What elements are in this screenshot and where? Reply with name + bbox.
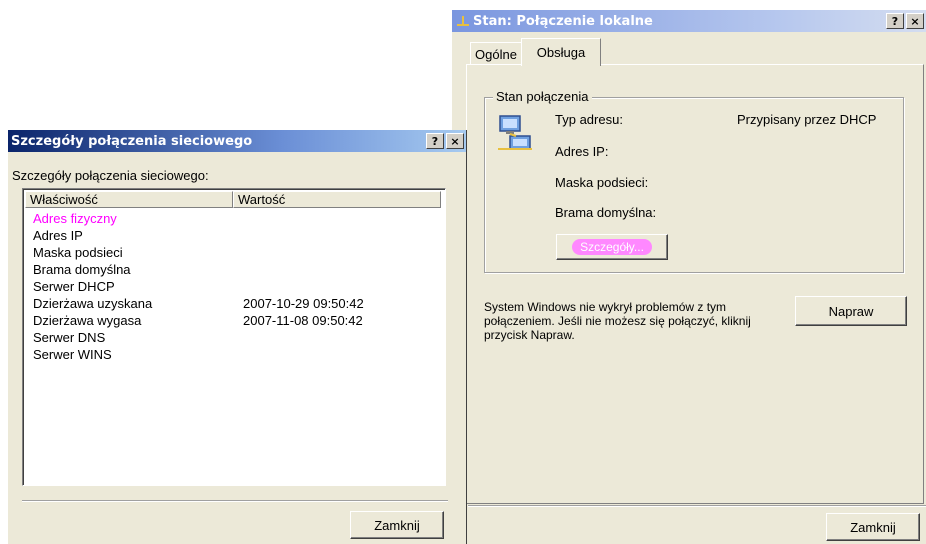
status-window-titlebar[interactable]: Stan: Połączenie lokalne ? × xyxy=(452,10,926,32)
address-type-value: Przypisany przez DHCP xyxy=(737,112,877,127)
details-close-x-button[interactable]: × xyxy=(446,133,464,149)
status-window-separator xyxy=(468,505,926,507)
help-button[interactable]: ? xyxy=(886,13,904,29)
list-item-property[interactable]: Serwer DHCP xyxy=(33,279,115,295)
details-heading: Szczegóły połączenia sieciowego: xyxy=(12,168,209,183)
list-item-property[interactable]: Maska podsieci xyxy=(33,245,123,261)
repair-button[interactable]: Napraw xyxy=(795,296,907,326)
tab-support[interactable]: Obsługa xyxy=(521,38,601,66)
details-help-button[interactable]: ? xyxy=(426,133,444,149)
details-window-titlebar[interactable]: Szczegóły połączenia sieciowego ? × xyxy=(8,130,466,152)
tab-support-label: Obsługa xyxy=(536,45,586,60)
status-message: System Windows nie wykrył problemów z ty… xyxy=(484,300,751,342)
tab-general-label: Ogólne xyxy=(475,46,517,62)
column-header-property[interactable]: Właściwość xyxy=(25,191,233,208)
list-item-property[interactable]: Brama domyślna xyxy=(33,262,131,278)
list-item-property[interactable]: Dzierżawa wygasa xyxy=(33,313,141,329)
details-button[interactable]: Szczegóły... xyxy=(556,234,668,260)
address-type-label: Typ adresu: xyxy=(555,112,623,127)
details-close-button[interactable]: Zamknij xyxy=(350,511,444,539)
repair-button-label: Napraw xyxy=(828,303,874,319)
network-connection-icon xyxy=(496,112,536,152)
details-close-button-label: Zamknij xyxy=(374,517,420,533)
list-item-property[interactable]: Serwer DNS xyxy=(33,330,105,346)
status-close-button-label: Zamknij xyxy=(850,519,896,535)
tab-general[interactable]: Ogólne xyxy=(470,42,522,65)
status-window-title: Stan: Połączenie lokalne xyxy=(473,13,653,29)
details-button-label: Szczegóły... xyxy=(572,239,652,255)
list-item-property[interactable]: Serwer WINS xyxy=(33,347,112,363)
list-item-property[interactable]: Adres IP xyxy=(33,228,83,244)
default-gateway-label: Brama domyślna: xyxy=(555,205,657,220)
column-header-value[interactable]: Wartość xyxy=(233,191,441,208)
details-window: Szczegóły połączenia sieciowego ? × Szcz… xyxy=(8,130,467,544)
list-item-property[interactable]: Adres fizyczny xyxy=(33,211,117,227)
subnet-mask-label: Maska podsieci: xyxy=(555,175,649,190)
details-window-title: Szczegóły połączenia sieciowego xyxy=(11,133,253,149)
list-item-value: 2007-10-29 09:50:42 xyxy=(243,296,364,311)
group-title: Stan połączenia xyxy=(493,89,592,104)
close-button[interactable]: × xyxy=(906,13,924,29)
details-list[interactable]: Właściwość Wartość Adres fizyczny Adres … xyxy=(22,188,446,486)
list-item-value: 2007-11-08 09:50:42 xyxy=(243,313,363,328)
status-close-button[interactable]: Zamknij xyxy=(826,513,920,541)
list-item-property[interactable]: Dzierżawa uzyskana xyxy=(33,296,152,312)
details-window-separator xyxy=(22,500,448,502)
ip-address-label: Adres IP: xyxy=(555,144,609,159)
network-icon xyxy=(456,14,470,28)
